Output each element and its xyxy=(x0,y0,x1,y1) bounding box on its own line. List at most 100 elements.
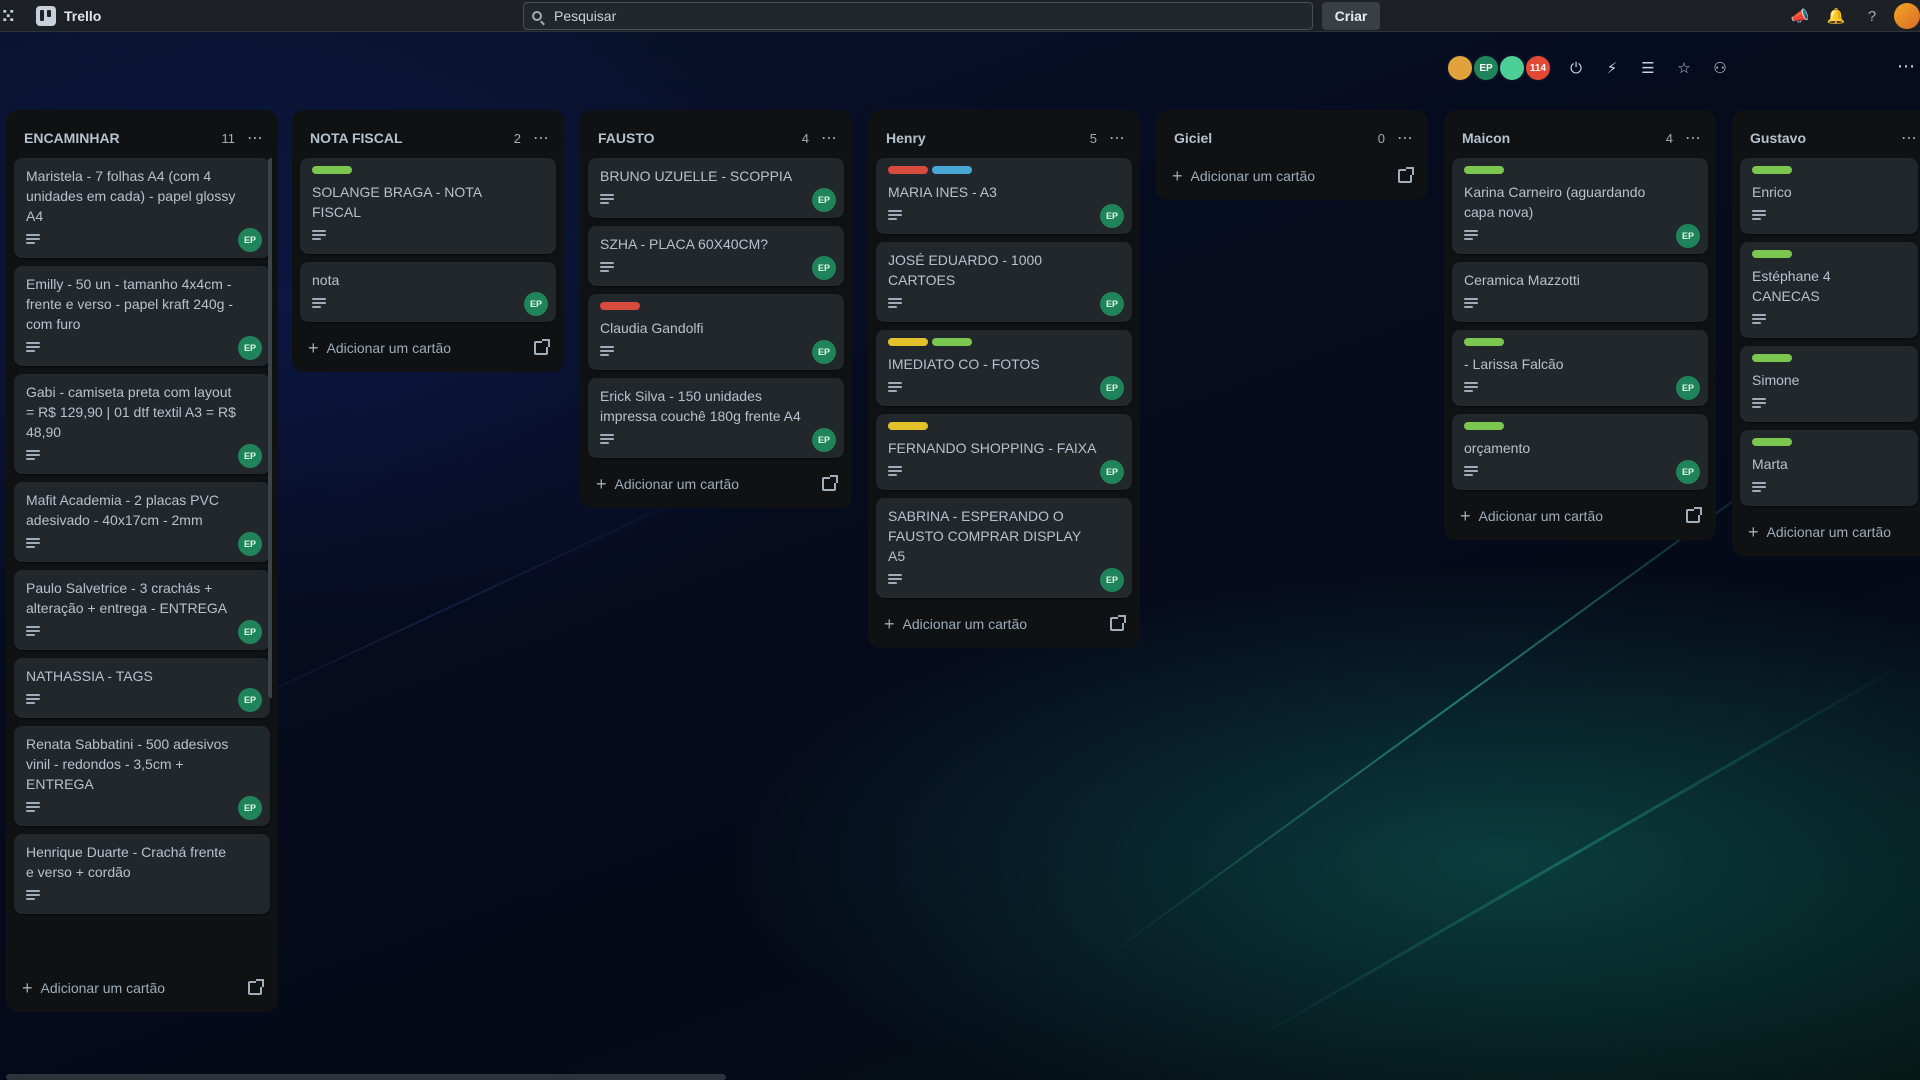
card[interactable]: BRUNO UZUELLE - SCOPPIA EP xyxy=(588,158,844,218)
card-member-avatar[interactable]: EP xyxy=(238,532,262,556)
megaphone-icon[interactable]: 📣 xyxy=(1782,0,1818,32)
list-title[interactable]: Giciel xyxy=(1174,130,1378,146)
card[interactable]: Henrique Duarte - Crachá frente e verso … xyxy=(14,834,270,914)
member-avatar[interactable] xyxy=(1446,54,1474,82)
create-from-template-icon[interactable] xyxy=(1110,615,1126,631)
create-from-template-icon[interactable] xyxy=(1686,507,1702,523)
search-input[interactable]: Pesquisar xyxy=(523,2,1313,30)
list-header[interactable]: NOTA FISCAL 2 ⋯ xyxy=(298,118,558,158)
app-switcher-icon[interactable]: ⵘ xyxy=(2,7,26,25)
list-menu-icon[interactable]: ⋯ xyxy=(1685,128,1702,148)
member-avatar[interactable]: EP xyxy=(1472,54,1500,82)
add-card-button[interactable]: + Adicionar um cartão xyxy=(1450,498,1710,534)
trello-logo[interactable]: Trello xyxy=(36,5,101,26)
card[interactable]: Paulo Salvetrice - 3 crachás + alteração… xyxy=(14,570,270,650)
list-5[interactable]: Giciel 0 ⋯ + Adicionar um cartão xyxy=(1156,110,1428,200)
label-green[interactable] xyxy=(1752,354,1792,362)
card-member-avatar[interactable]: EP xyxy=(812,428,836,452)
star-icon[interactable]: ☆ xyxy=(1666,54,1702,82)
list-menu-icon[interactable]: ⋯ xyxy=(247,128,264,148)
card[interactable]: Estéphane 4 CANECAS xyxy=(1740,242,1918,338)
add-card-button[interactable]: + Adicionar um cartão xyxy=(1738,514,1920,550)
label-blue[interactable] xyxy=(932,166,972,174)
list-menu-icon[interactable]: ⋯ xyxy=(821,128,838,148)
card[interactable]: NATHASSIA - TAGS EP xyxy=(14,658,270,718)
member-avatar[interactable] xyxy=(1498,54,1526,82)
card[interactable]: nota EP xyxy=(300,262,556,322)
label-green[interactable] xyxy=(1464,338,1504,346)
label-green[interactable] xyxy=(312,166,352,174)
card[interactable]: Enrico xyxy=(1740,158,1918,234)
card-member-avatar[interactable]: EP xyxy=(1100,204,1124,228)
list-header[interactable]: Giciel 0 ⋯ xyxy=(1162,118,1422,158)
list-menu-icon[interactable]: ⋯ xyxy=(533,128,550,148)
card[interactable]: SOLANGE BRAGA - NOTA FISCAL xyxy=(300,158,556,254)
card-member-avatar[interactable]: EP xyxy=(812,188,836,212)
add-card-button[interactable]: + Adicionar um cartão xyxy=(12,970,272,1006)
list-scrollbar[interactable] xyxy=(268,158,272,698)
automation-icon[interactable]: ⚡ xyxy=(1594,54,1630,82)
list-header[interactable]: Maicon 4 ⋯ xyxy=(1450,118,1710,158)
member-avatar[interactable]: 114 xyxy=(1524,54,1552,82)
card-member-avatar[interactable]: EP xyxy=(238,444,262,468)
card[interactable]: Ceramica Mazzotti xyxy=(1452,262,1708,322)
add-card-button[interactable]: + Adicionar um cartão xyxy=(586,466,846,502)
card[interactable]: Maristela - 7 folhas A4 (com 4 unidades … xyxy=(14,158,270,258)
card-member-avatar[interactable]: EP xyxy=(1676,224,1700,248)
list-3[interactable]: FAUSTO 4 ⋯ BRUNO UZUELLE - SCOPPIA EP SZHA - … xyxy=(580,110,852,508)
card-member-avatar[interactable]: EP xyxy=(524,292,548,316)
list-title[interactable]: Henry xyxy=(886,130,1090,146)
card-member-avatar[interactable]: EP xyxy=(238,228,262,252)
card[interactable]: Marta xyxy=(1740,430,1918,506)
board-menu-icon[interactable]: ⋯ xyxy=(1897,56,1916,77)
create-from-template-icon[interactable] xyxy=(534,339,550,355)
card[interactable]: - Larissa Falcão EP xyxy=(1452,330,1708,406)
list-2[interactable]: NOTA FISCAL 2 ⋯ SOLANGE BRAGA - NOTA FISCAL… xyxy=(292,110,564,372)
create-from-template-icon[interactable] xyxy=(1398,167,1414,183)
create-from-template-icon[interactable] xyxy=(822,475,838,491)
add-card-button[interactable]: + Adicionar um cartão xyxy=(298,330,558,366)
card[interactable]: Karina Carneiro (aguardando capa nova) EP xyxy=(1452,158,1708,254)
card[interactable]: SABRINA - ESPERANDO O FAUSTO COMPRAR DIS… xyxy=(876,498,1132,598)
list-6[interactable]: Maicon 4 ⋯ Karina Carneiro (aguardando capa… xyxy=(1444,110,1716,540)
power-ups-icon[interactable]: ⏻ xyxy=(1558,54,1594,82)
label-green[interactable] xyxy=(1464,166,1504,174)
list-header[interactable]: Gustavo ⋯ xyxy=(1738,118,1920,158)
horizontal-scrollbar[interactable] xyxy=(6,1074,726,1080)
list-1[interactable]: ENCAMINHAR 11 ⋯ Maristela - 7 folhas A4 (co… xyxy=(6,110,278,1012)
list-menu-icon[interactable]: ⋯ xyxy=(1109,128,1126,148)
list-title[interactable]: NOTA FISCAL xyxy=(310,130,514,146)
label-green[interactable] xyxy=(1752,250,1792,258)
list-header[interactable]: ENCAMINHAR 11 ⋯ xyxy=(12,118,272,158)
card-member-avatar[interactable]: EP xyxy=(238,620,262,644)
card-member-avatar[interactable]: EP xyxy=(238,336,262,360)
list-header[interactable]: FAUSTO 4 ⋯ xyxy=(586,118,846,158)
card[interactable]: IMEDIATO CO - FOTOS EP xyxy=(876,330,1132,406)
card-member-avatar[interactable]: EP xyxy=(812,340,836,364)
label-yellow[interactable] xyxy=(888,422,928,430)
card-member-avatar[interactable]: EP xyxy=(238,796,262,820)
user-avatar[interactable] xyxy=(1894,3,1920,29)
list-4[interactable]: Henry 5 ⋯ MARIA INES - A3 EP JOSÉ EDUARDO - 1… xyxy=(868,110,1140,648)
help-icon[interactable]: ? xyxy=(1854,0,1890,32)
label-green[interactable] xyxy=(1752,438,1792,446)
bell-icon[interactable]: 🔔 xyxy=(1818,0,1854,32)
card[interactable]: SZHA - PLACA 60X40CM? EP xyxy=(588,226,844,286)
share-icon[interactable]: ⚇ xyxy=(1702,54,1738,82)
label-green[interactable] xyxy=(1464,422,1504,430)
card[interactable]: JOSÉ EDUARDO - 1000 CARTOES EP xyxy=(876,242,1132,322)
card-member-avatar[interactable]: EP xyxy=(1100,568,1124,592)
label-red[interactable] xyxy=(888,166,928,174)
add-card-button[interactable]: + Adicionar um cartão xyxy=(874,606,1134,642)
card[interactable]: Erick Silva - 150 unidades impressa couc… xyxy=(588,378,844,458)
card-member-avatar[interactable]: EP xyxy=(1676,460,1700,484)
card-member-avatar[interactable]: EP xyxy=(1676,376,1700,400)
filter-icon[interactable]: ☰ xyxy=(1630,54,1666,82)
card[interactable]: Simone xyxy=(1740,346,1918,422)
create-button[interactable]: Criar xyxy=(1322,2,1380,30)
label-green[interactable] xyxy=(932,338,972,346)
card[interactable]: MARIA INES - A3 EP xyxy=(876,158,1132,234)
card[interactable]: Claudia Gandolfi EP xyxy=(588,294,844,370)
card-member-avatar[interactable]: EP xyxy=(1100,376,1124,400)
create-from-template-icon[interactable] xyxy=(248,979,264,995)
